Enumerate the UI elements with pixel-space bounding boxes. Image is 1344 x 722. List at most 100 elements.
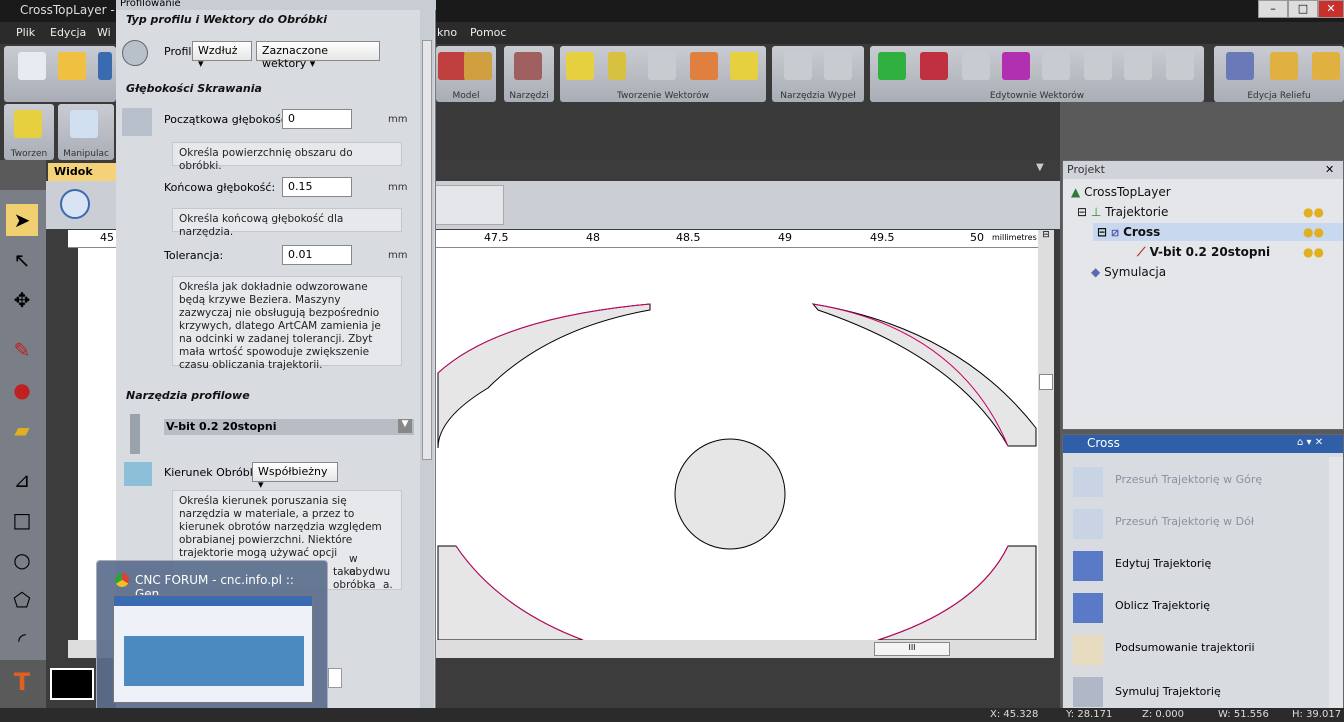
select-box-icon[interactable]	[1002, 52, 1030, 80]
panel-scroll-thumb[interactable]	[422, 40, 432, 460]
open-folder-icon[interactable]	[58, 52, 86, 80]
wave-icon[interactable]	[920, 52, 948, 80]
menu-widok[interactable]: Wi	[97, 26, 111, 39]
tool-dropdown-icon[interactable]: ▼	[398, 419, 412, 433]
simulate-action[interactable]: Symuluj Trajektorię	[1115, 685, 1221, 698]
toolbar-group-vector-edit: Edytownie Wektorów	[870, 46, 1204, 102]
project-close-icon[interactable]: ✕	[1325, 163, 1334, 176]
save-icon[interactable]	[98, 52, 112, 80]
panel-small-field[interactable]	[328, 668, 342, 688]
relief-plane-icon[interactable]	[1226, 52, 1254, 80]
transform-icon[interactable]: ✥	[6, 284, 38, 316]
cross-home-icon[interactable]: ⌂ ▾ ✕	[1297, 437, 1323, 448]
view-slider[interactable]	[426, 185, 504, 225]
extend-icon[interactable]	[1166, 52, 1194, 80]
cross-scrollbar[interactable]	[1329, 457, 1343, 721]
vectors-select[interactable]: Zaznaczone wektory ▾	[256, 41, 380, 70]
view-vertical-scrollbar[interactable]	[1038, 248, 1054, 640]
move-down-icon[interactable]	[1073, 509, 1103, 539]
minimize-button[interactable]: –	[1258, 0, 1288, 18]
view-menu-arrow[interactable]: ▼	[1036, 162, 1044, 173]
summary-icon[interactable]	[1073, 635, 1103, 665]
maximize-button[interactable]: □	[1288, 0, 1318, 18]
visibility-bulb-icon[interactable]: ●●	[1303, 245, 1324, 259]
relief-combine-icon[interactable]	[1312, 52, 1340, 80]
tree-root[interactable]: ▲ CrossTopLayer	[1071, 185, 1171, 199]
edit-trajectory-icon[interactable]	[1073, 551, 1103, 581]
tools-icon[interactable]	[514, 52, 542, 80]
corner-icon[interactable]	[1124, 52, 1152, 80]
rectangle-icon[interactable]: □	[6, 504, 38, 536]
calculate-trajectory-icon[interactable]	[1073, 593, 1103, 623]
create-icon[interactable]	[14, 110, 42, 138]
project-header: Projekt	[1063, 161, 1343, 179]
trim-icon[interactable]	[1042, 52, 1070, 80]
ruler-menu-icon[interactable]: ⊟	[1038, 230, 1054, 248]
add-node-icon[interactable]	[878, 52, 906, 80]
polyline-icon[interactable]: ⊿	[6, 464, 38, 496]
fill-pattern-icon-2[interactable]	[824, 52, 852, 80]
popup-thumbnail[interactable]	[113, 595, 313, 703]
visibility-bulb-icon[interactable]: ●●	[1303, 205, 1324, 219]
fillet-icon[interactable]	[1084, 52, 1112, 80]
node-edit-icon[interactable]: ↖	[6, 244, 38, 276]
vscroll-thumb[interactable]	[1039, 374, 1053, 390]
profile-select[interactable]: Wzdłuż ▾	[192, 41, 252, 70]
tree-tool[interactable]: ⟋ V-bit 0.2 20stopni	[1137, 245, 1270, 260]
tree-root-label: CrossTopLayer	[1084, 185, 1171, 199]
model-icon-1[interactable]	[438, 52, 466, 80]
direction-select[interactable]: Współbieżny ▾	[252, 462, 338, 491]
arc-icon[interactable]: ◜	[6, 624, 38, 656]
arc-vector-icon[interactable]	[608, 52, 626, 80]
menu-okno[interactable]: kno	[437, 26, 457, 39]
close-button[interactable]: ✕	[1318, 0, 1344, 18]
tolerance-hint: Określa jak dokładnie odwzorowane będą k…	[172, 276, 402, 371]
paint-icon[interactable]: ●	[6, 374, 38, 406]
cut-vector-icon[interactable]	[648, 52, 676, 80]
tree-cross[interactable]: ⊟ ⧄ Cross	[1097, 225, 1160, 240]
move-up-icon[interactable]	[1073, 467, 1103, 497]
tool-name[interactable]: V-bit 0.2 20stopni ▼	[164, 419, 414, 435]
end-depth-input[interactable]: 0.15	[282, 177, 352, 197]
hscroll-thumb[interactable]: III	[874, 642, 950, 656]
menu-plik[interactable]: Plik	[16, 26, 35, 39]
simulate-icon[interactable]	[1073, 677, 1103, 707]
vectors-select-value: Zaznaczone wektory	[262, 44, 329, 70]
color-swatch[interactable]	[50, 668, 94, 700]
zoom-in-icon[interactable]	[60, 189, 90, 219]
tree-trajectories[interactable]: ⊟ ⊥ Trajektorie	[1077, 205, 1168, 219]
polygon-icon[interactable]: ⬠	[6, 584, 38, 616]
start-depth-unit: mm	[388, 114, 408, 125]
model-icon-2[interactable]	[464, 52, 492, 80]
menu-pomoc[interactable]: Pomoc	[470, 26, 506, 39]
measure-icon[interactable]: ▰	[6, 414, 38, 446]
shape-vector-icon[interactable]	[730, 52, 758, 80]
new-file-icon[interactable]	[18, 52, 46, 80]
group-label-vector-edit: Edytownie Wektorów	[989, 91, 1085, 101]
move-up-action[interactable]: Przesuń Trajektorię w Górę	[1115, 473, 1262, 486]
circle-icon[interactable]: ○	[6, 544, 38, 576]
tolerance-input[interactable]: 0.01	[282, 245, 352, 265]
move-down-action[interactable]: Przesuń Trajektorię w Dół	[1115, 515, 1254, 528]
relief-shape-icon[interactable]	[1270, 52, 1298, 80]
start-depth-input[interactable]: 0	[282, 109, 352, 129]
menu-edycja[interactable]: Edycja	[50, 26, 86, 39]
summary-action[interactable]: Podsumowanie trajektorii	[1115, 641, 1255, 654]
status-z: Z: 0.000	[1142, 709, 1185, 720]
tab-view[interactable]: Widok	[48, 163, 118, 181]
offset-icon[interactable]	[962, 52, 990, 80]
curve-vector-icon[interactable]	[690, 52, 718, 80]
fill-pattern-icon-1[interactable]	[784, 52, 812, 80]
edit-trajectory-action[interactable]: Edytuj Trajektorię	[1115, 557, 1211, 570]
select-arrow-icon[interactable]: ➤	[6, 204, 38, 236]
calculate-trajectory-action[interactable]: Oblicz Trajektorię	[1115, 599, 1210, 612]
text-tool-icon[interactable]: T	[6, 668, 38, 700]
zoom-icon[interactable]	[70, 110, 98, 138]
panel-scrollbar[interactable]	[420, 0, 434, 722]
visibility-bulb-icon[interactable]: ●●	[1303, 225, 1324, 239]
tree-simulation[interactable]: ◆ Symulacja	[1091, 265, 1166, 279]
tolerance-unit: mm	[388, 250, 408, 261]
pencil-icon[interactable]: ✎	[6, 334, 38, 366]
taskbar-preview-popup[interactable]: CNC FORUM - cnc.info.pl :: Gen...	[96, 560, 328, 720]
star-vector-icon[interactable]	[566, 52, 594, 80]
